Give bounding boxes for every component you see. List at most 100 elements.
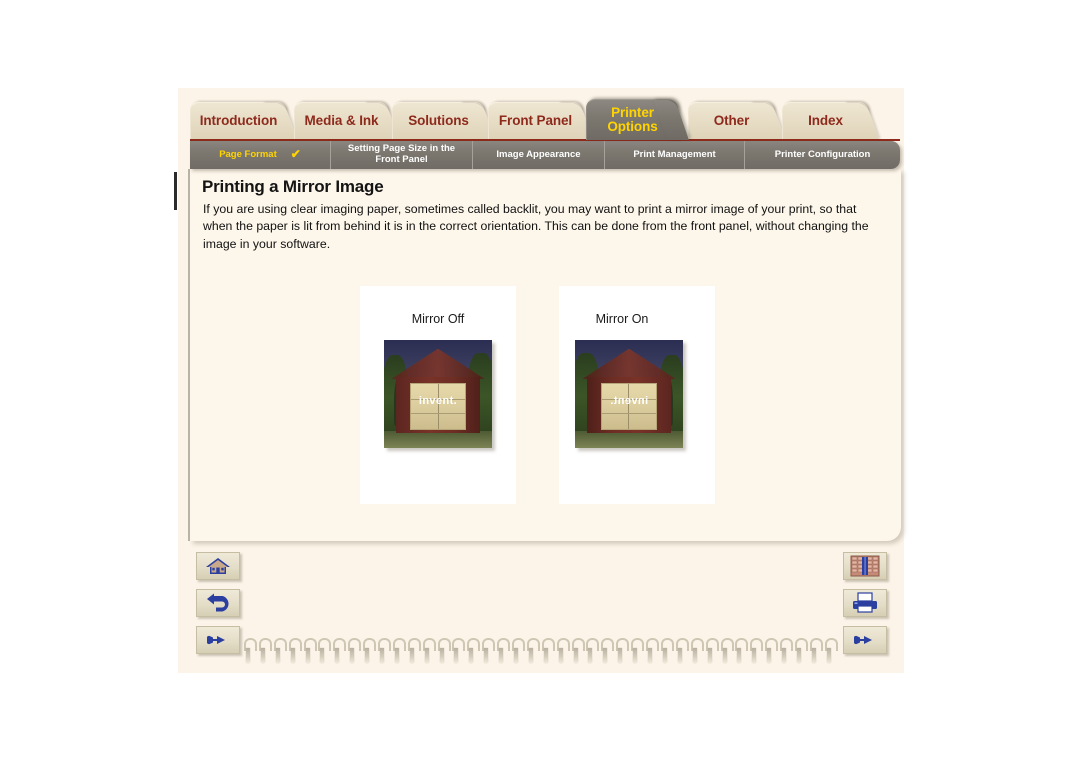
subnav-label: Print Management	[633, 148, 716, 160]
forward-button[interactable]	[196, 626, 240, 654]
binding-ring	[824, 638, 838, 664]
subnav-item-print-management[interactable]: Print Management	[604, 141, 744, 169]
tab-other[interactable]: Other	[688, 102, 774, 140]
binding-ring	[466, 638, 481, 664]
pointing-hand-icon	[854, 635, 872, 645]
binding-ring	[600, 638, 615, 664]
page-title: Printing a Mirror Image	[202, 177, 384, 196]
binding-ring	[764, 638, 779, 664]
binding-ring	[809, 638, 823, 664]
title-accent-rule	[174, 172, 177, 210]
binding-ring	[630, 638, 645, 664]
door-rail	[410, 412, 466, 414]
binding-ring	[243, 638, 257, 664]
tab-label: Introduction	[199, 113, 278, 129]
binding-ring	[585, 638, 600, 664]
binding-ring	[392, 638, 406, 664]
tab-media-and-ink[interactable]: Media & Ink	[294, 102, 388, 140]
back-arrow-icon	[207, 593, 229, 612]
subnav-item-printer-configuration[interactable]: Printer Configuration	[744, 141, 900, 169]
figure-card-mirror-off: Mirror Off invent.	[360, 286, 516, 504]
binding-ring	[541, 638, 555, 664]
app-window: Introduction Media & Ink Solutions Front…	[0, 0, 1080, 763]
tab-printer-options[interactable]: Printer Options	[586, 99, 678, 140]
binding-ring	[258, 638, 272, 664]
content-left-rule	[188, 169, 190, 541]
sub-navigation-bar: Page Format ✔ Setting Page Size in the F…	[190, 141, 900, 169]
next-button[interactable]	[843, 626, 887, 654]
tab-introduction[interactable]: Introduction	[190, 102, 286, 140]
figure-card-mirror-on: Mirror On invent.	[559, 286, 715, 504]
main-tab-bar: Introduction Media & Ink Solutions Front…	[190, 99, 900, 142]
tab-index[interactable]: Index	[782, 102, 868, 140]
tab-front-panel[interactable]: Front Panel	[488, 102, 582, 140]
check-icon: ✔	[290, 147, 301, 162]
binding-ring	[720, 638, 734, 664]
spiral-binding	[243, 638, 838, 666]
binding-ring	[451, 638, 466, 664]
subnav-item-page-format[interactable]: Page Format ✔	[190, 141, 330, 169]
content-panel: Printing a Mirror Image If you are using…	[190, 169, 901, 541]
barn-doors: invent.	[600, 383, 658, 430]
tab-label: Media & Ink	[304, 113, 379, 129]
invent-logo-text: invent.	[609, 394, 649, 407]
page-body-text: If you are using clear imaging paper, so…	[203, 202, 869, 251]
binding-ring	[347, 638, 362, 664]
tab-label: Other	[713, 113, 750, 129]
figure-group: Mirror Off invent. Mirror On invent.	[360, 286, 790, 506]
binding-ring	[645, 638, 660, 664]
binding-ring	[511, 638, 526, 664]
binding-ring	[526, 638, 540, 664]
binding-ring	[303, 638, 317, 664]
binding-ring	[690, 638, 704, 664]
barn-photo-normal: invent.	[384, 340, 492, 448]
grass-ground	[384, 430, 492, 448]
door-rail	[601, 412, 657, 414]
tab-solutions[interactable]: Solutions	[392, 102, 484, 140]
binding-ring	[705, 638, 719, 664]
home-button[interactable]	[196, 552, 240, 580]
subnav-item-image-appearance[interactable]: Image Appearance	[472, 141, 604, 169]
barn-photo-mirrored: invent.	[575, 340, 683, 448]
binding-ring	[481, 638, 496, 664]
grass-ground	[575, 430, 683, 448]
binding-ring	[496, 638, 511, 664]
binding-ring	[660, 638, 674, 664]
invent-logo-text: invent.	[418, 394, 458, 407]
binding-ring	[749, 638, 764, 664]
figure-caption: Mirror On	[595, 312, 649, 326]
back-button[interactable]	[196, 589, 240, 617]
tab-label: Front Panel	[498, 113, 573, 129]
binding-ring	[407, 638, 421, 664]
binding-ring	[332, 638, 347, 664]
subnav-item-setting-page-size[interactable]: Setting Page Size in the Front Panel	[330, 141, 472, 169]
binding-ring	[779, 638, 794, 664]
index-button[interactable]	[843, 552, 887, 580]
binding-ring	[615, 638, 630, 664]
subnav-label: Setting Page Size in the Front Panel	[347, 143, 456, 165]
binding-ring	[437, 638, 451, 664]
binding-ring	[571, 638, 585, 664]
pointing-hand-icon	[207, 635, 225, 645]
figure-caption: Mirror Off	[411, 312, 465, 326]
printer-icon	[853, 592, 877, 613]
tab-label: Index	[808, 113, 843, 129]
binding-ring	[794, 638, 808, 664]
barn-doors: invent.	[409, 383, 467, 430]
binding-ring	[556, 638, 570, 664]
binding-ring	[273, 638, 287, 664]
binding-ring	[288, 638, 302, 664]
home-icon	[206, 558, 230, 574]
binding-ring	[317, 638, 332, 664]
subnav-label: Image Appearance	[496, 148, 581, 160]
binding-ring	[734, 638, 749, 664]
subnav-label: Page Format	[219, 148, 277, 160]
binding-ring	[377, 638, 392, 664]
bookshelf-icon	[850, 555, 880, 577]
tab-label: Solutions	[408, 113, 469, 129]
binding-ring	[362, 638, 377, 664]
subnav-label: Printer Configuration	[774, 148, 871, 160]
print-button[interactable]	[843, 589, 887, 617]
tab-label: Printer Options	[607, 104, 658, 134]
binding-ring	[675, 638, 689, 664]
